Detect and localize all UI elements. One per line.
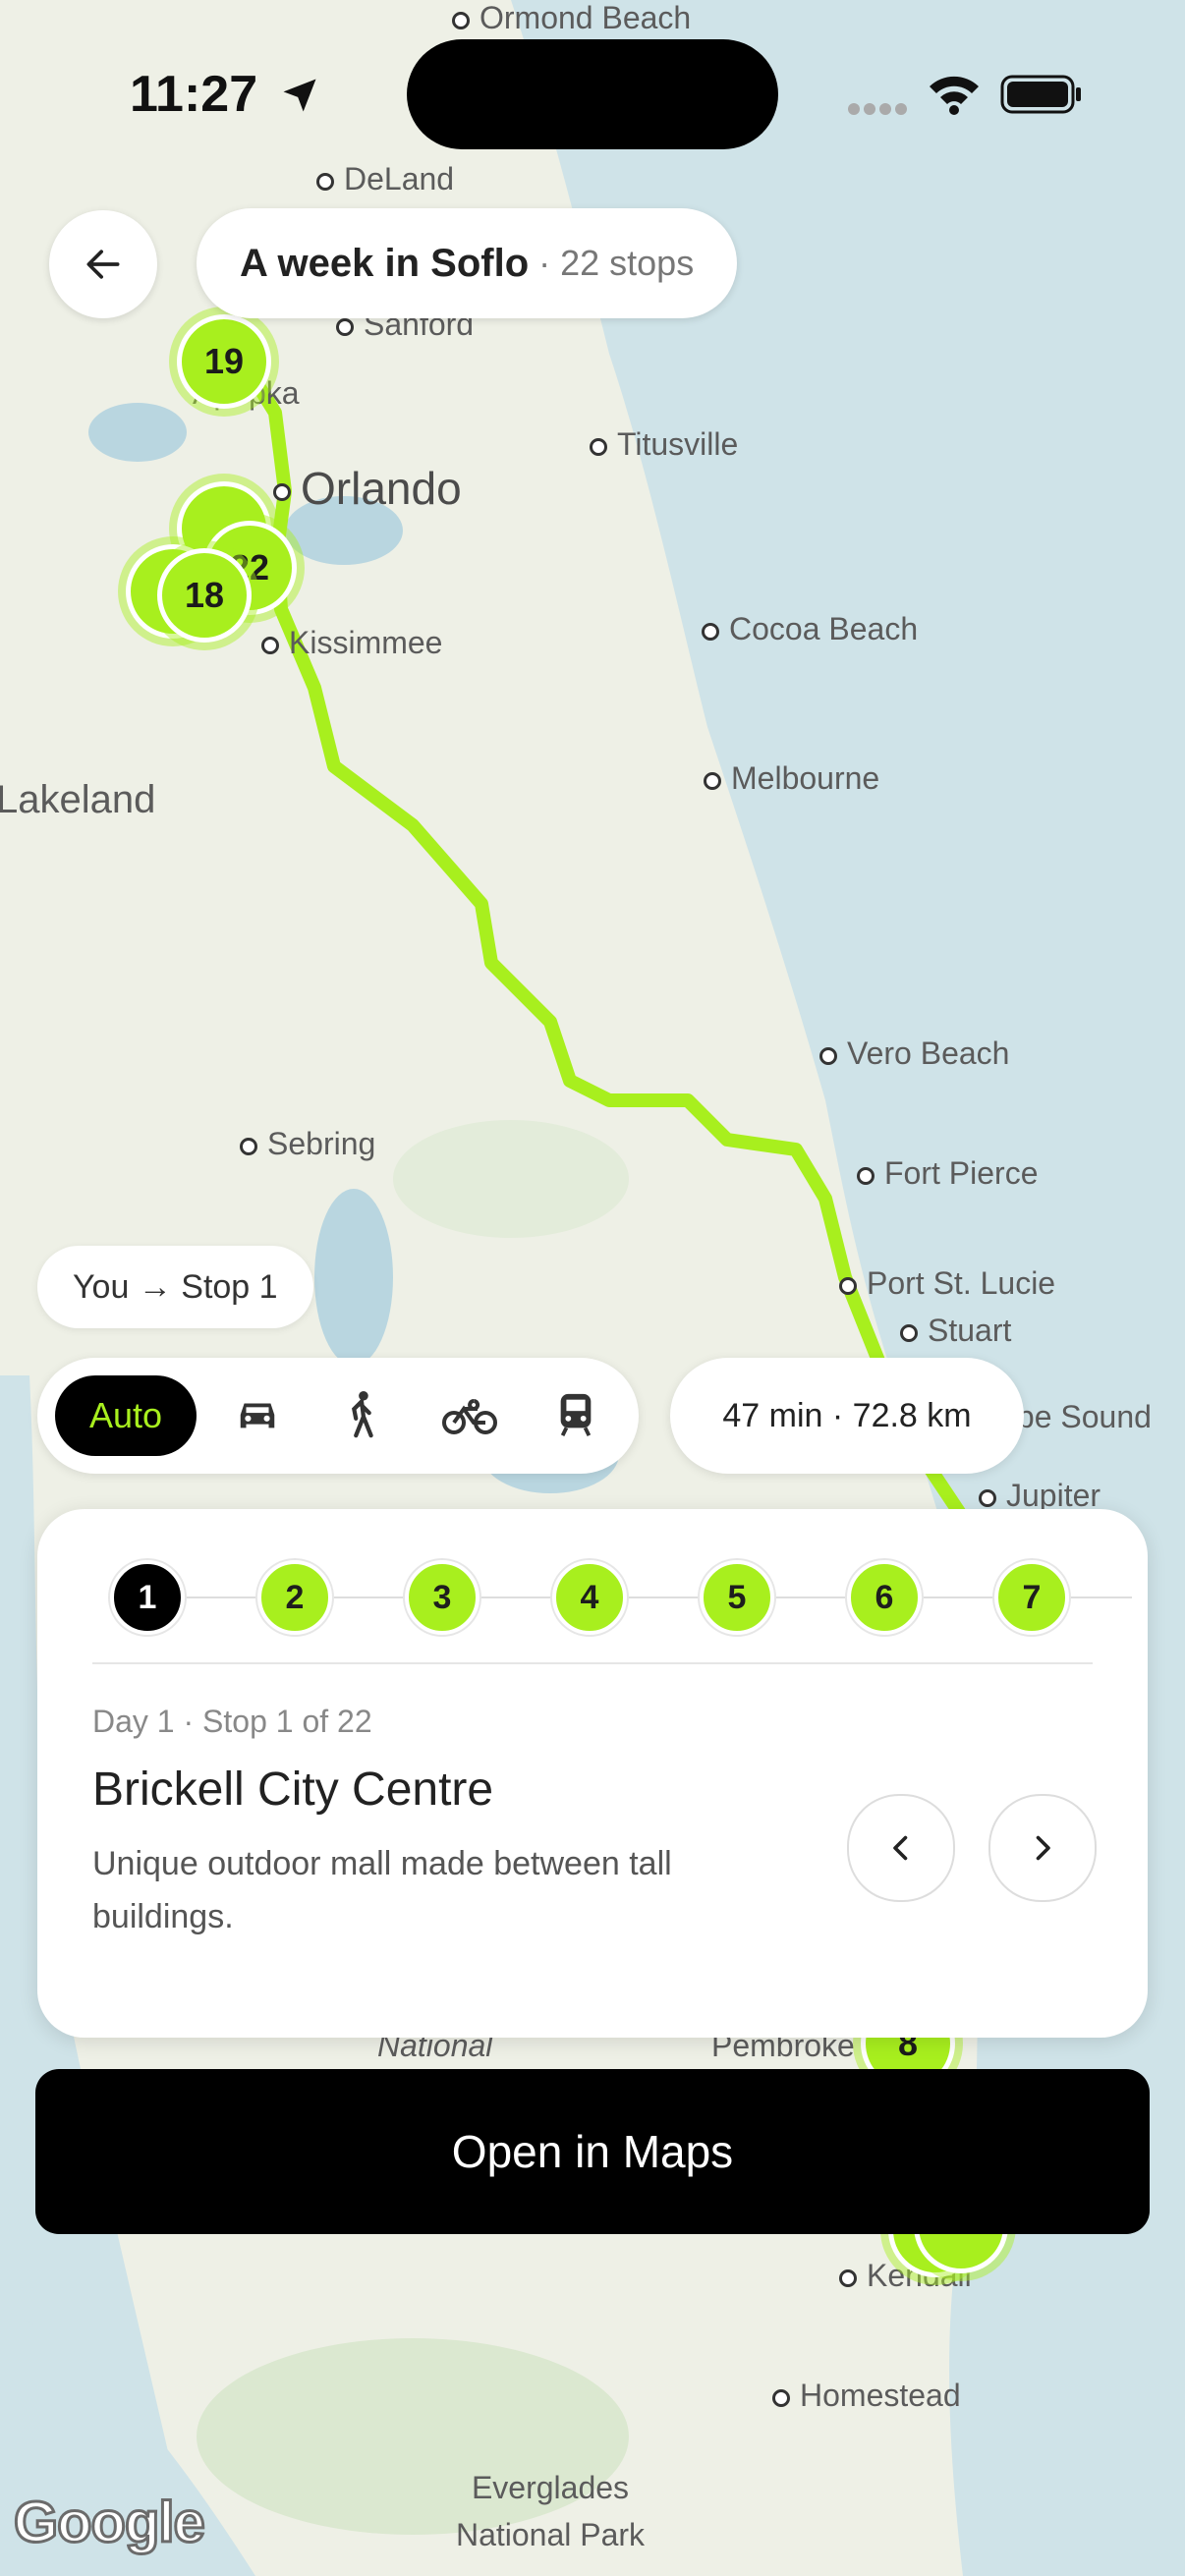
transit-icon[interactable] [546, 1385, 605, 1444]
place-label: Orlando [273, 462, 462, 515]
stops-count: · 22 stops [538, 243, 695, 283]
stop-title: Brickell City Centre [92, 1764, 494, 1816]
eta-distance-pill: 47 min · 72.8 km [670, 1358, 1024, 1474]
step-7[interactable]: 7 [994, 1560, 1069, 1635]
place-label: Port St. Lucie [839, 1265, 1055, 1302]
back-button[interactable] [49, 210, 157, 318]
place-label: Stuart [900, 1313, 1011, 1349]
google-logo: Google [13, 2490, 207, 2556]
place-label: DeLand [316, 161, 454, 197]
stop-stepper: 1 2 3 4 5 6 7 [110, 1560, 1132, 1635]
place-label: Sebring [240, 1126, 375, 1162]
stop-pin[interactable]: 18 [157, 548, 252, 643]
battery-icon [1000, 73, 1083, 121]
place-label: Cocoa Beach [702, 611, 918, 647]
previous-stop-button[interactable] [847, 1794, 955, 1902]
chevron-left-icon [893, 1835, 908, 1861]
location-arrow-icon [283, 79, 316, 112]
place-label: Vero Beach [819, 1036, 1009, 1072]
place-label: Ormond Beach [452, 0, 691, 36]
car-icon[interactable] [228, 1385, 287, 1444]
place-label: Everglades National Park [455, 2470, 646, 2552]
place-label: Fort Pierce [857, 1155, 1038, 1192]
walk-icon[interactable] [332, 1385, 391, 1444]
chevron-right-icon [1036, 1835, 1050, 1861]
next-stop-button[interactable] [988, 1794, 1097, 1902]
trip-title: A week in Soflo [240, 241, 530, 285]
stop-meta: Day 1 · Stop 1 of 22 [92, 1704, 372, 1739]
step-1[interactable]: 1 [110, 1560, 185, 1635]
bike-icon[interactable] [440, 1385, 499, 1444]
place-label: Lakeland [0, 778, 156, 821]
step-6[interactable]: 6 [847, 1560, 922, 1635]
travel-mode-bar: Auto [37, 1358, 639, 1474]
route-segment-chip: You → Stop 1 [37, 1246, 313, 1328]
step-5[interactable]: 5 [700, 1560, 774, 1635]
wifi-icon [928, 73, 981, 121]
stop-description: Unique outdoor mall made between tall bu… [92, 1845, 672, 1935]
mode-auto-button[interactable]: Auto [55, 1375, 197, 1456]
stop-pin[interactable]: 19 [177, 314, 271, 409]
dynamic-island [407, 39, 778, 149]
status-time: 11:27 [130, 65, 321, 124]
place-label: Kissimmee [261, 625, 442, 661]
step-2[interactable]: 2 [257, 1560, 332, 1635]
trip-title-pill[interactable]: A week in Soflo · 22 stops [197, 208, 738, 318]
card-divider [92, 1662, 1093, 1664]
step-4[interactable]: 4 [552, 1560, 627, 1635]
open-in-maps-button[interactable]: Open in Maps [35, 2069, 1150, 2234]
arrow-left-icon [86, 250, 120, 279]
stop-card: 1 2 3 4 5 6 7 Day 1 · Stop 1 of 22 Brick… [37, 1509, 1148, 2038]
step-3[interactable]: 3 [405, 1560, 480, 1635]
place-label: Homestead [772, 2378, 961, 2414]
place-label: Melbourne [704, 760, 879, 797]
cellular-icon [847, 102, 908, 116]
place-label: Titusville [590, 426, 738, 463]
